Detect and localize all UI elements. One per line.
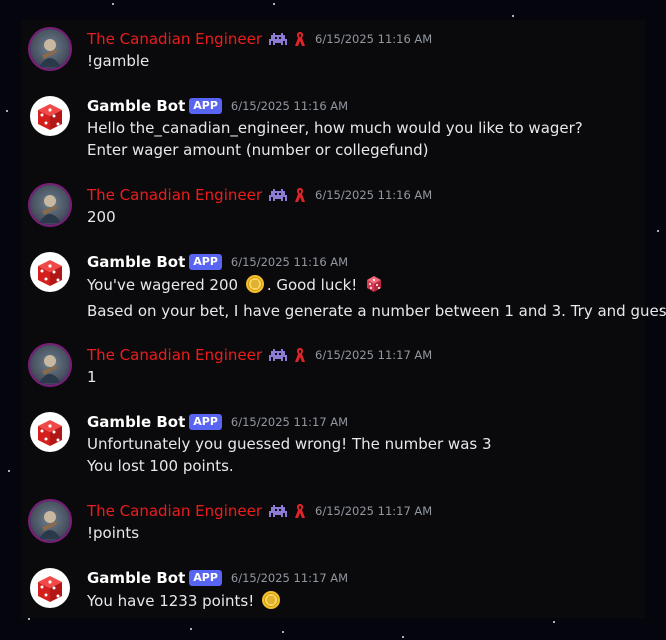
message-text-part: You have 1233 points! (87, 592, 255, 610)
author-name[interactable]: The Canadian Engineer (87, 346, 262, 364)
bot-avatar[interactable] (30, 412, 70, 452)
message-text-part: You've wagered 200 (87, 276, 239, 294)
bot-avatar[interactable] (30, 252, 70, 292)
star (512, 15, 514, 17)
author-name[interactable]: The Canadian Engineer (87, 502, 262, 520)
star (657, 230, 659, 232)
user-avatar[interactable] (30, 29, 70, 69)
star (6, 110, 8, 112)
bot-avatar[interactable] (30, 568, 70, 608)
author-name[interactable]: The Canadian Engineer (87, 30, 262, 48)
bot-avatar[interactable] (30, 96, 70, 136)
message-item[interactable]: The Canadian Engineer 6/15/2025 11:17 AM… (21, 492, 645, 552)
message-text: !gamble (87, 52, 150, 70)
space-invader-icon (269, 31, 287, 47)
star (273, 3, 275, 5)
user-avatar[interactable] (30, 185, 70, 225)
app-badge: APP (189, 98, 222, 114)
app-badge: APP (189, 414, 222, 430)
message-item[interactable]: Gamble Bot APP 6/15/2025 11:16 AM You've… (21, 243, 666, 328)
message-text: You lost 100 points. (87, 457, 234, 475)
red-ribbon-icon (294, 503, 306, 519)
app-badge: APP (189, 570, 222, 586)
star (402, 636, 404, 638)
message-item[interactable]: Gamble Bot APP 6/15/2025 11:17 AM You ha… (21, 559, 645, 619)
star (112, 3, 114, 5)
timestamp: 6/15/2025 11:17 AM (315, 504, 433, 518)
timestamp: 6/15/2025 11:16 AM (315, 188, 433, 202)
red-ribbon-icon (294, 31, 306, 47)
space-invader-icon (269, 187, 287, 203)
coin-icon (245, 274, 265, 299)
red-ribbon-icon (294, 347, 306, 363)
message-text: Hello the_canadian_engineer, how much wo… (87, 119, 583, 137)
message-item[interactable]: The Canadian Engineer 6/15/2025 11:16 AM… (21, 176, 645, 236)
message-text: !points (87, 524, 140, 542)
timestamp: 6/15/2025 11:16 AM (230, 99, 349, 113)
message-text: You've wagered 200 . Good luck! (87, 274, 386, 294)
author-name[interactable]: Gamble Bot (87, 413, 185, 431)
space-invader-icon (269, 503, 287, 519)
app-badge: APP (189, 254, 222, 270)
timestamp: 6/15/2025 11:16 AM (230, 255, 349, 269)
red-ribbon-icon (294, 187, 306, 203)
message-item[interactable]: The Canadian Engineer 6/15/2025 11:17 AM… (21, 336, 645, 396)
author-name[interactable]: Gamble Bot (87, 97, 185, 115)
message-item[interactable]: Gamble Bot APP 6/15/2025 11:16 AM Hello … (21, 87, 645, 172)
space-invader-icon (269, 347, 287, 363)
message-text: 200 (87, 208, 116, 226)
timestamp: 6/15/2025 11:17 AM (315, 348, 433, 362)
message-text: You have 1233 points! (87, 590, 283, 610)
star (190, 628, 192, 630)
author-name[interactable]: The Canadian Engineer (87, 186, 262, 204)
game-die-icon (364, 274, 384, 299)
message-text: 1 (87, 368, 97, 386)
message-item[interactable]: Gamble Bot APP 6/15/2025 11:17 AM Unfort… (21, 403, 645, 488)
coin-icon (261, 590, 281, 615)
timestamp: 6/15/2025 11:17 AM (230, 571, 349, 585)
author-name[interactable]: Gamble Bot (87, 253, 185, 271)
user-avatar[interactable] (30, 501, 70, 541)
author-name[interactable]: Gamble Bot (87, 569, 185, 587)
star (282, 631, 284, 633)
timestamp: 6/15/2025 11:17 AM (230, 415, 349, 429)
user-avatar[interactable] (30, 345, 70, 385)
timestamp: 6/15/2025 11:16 AM (315, 32, 433, 46)
message-text: Based on your bet, I have generate a num… (87, 302, 666, 320)
message-text: Unfortunately you guessed wrong! The num… (87, 435, 492, 453)
message-list[interactable]: The Canadian Engineer 6/15/2025 11:16 AM… (21, 20, 666, 619)
message-text: Enter wager amount (number or collegefun… (87, 141, 429, 159)
message-item[interactable]: The Canadian Engineer 6/15/2025 11:16 AM… (21, 20, 645, 80)
star (553, 621, 555, 623)
message-text-part: . Good luck! (266, 276, 358, 294)
star (8, 470, 10, 472)
